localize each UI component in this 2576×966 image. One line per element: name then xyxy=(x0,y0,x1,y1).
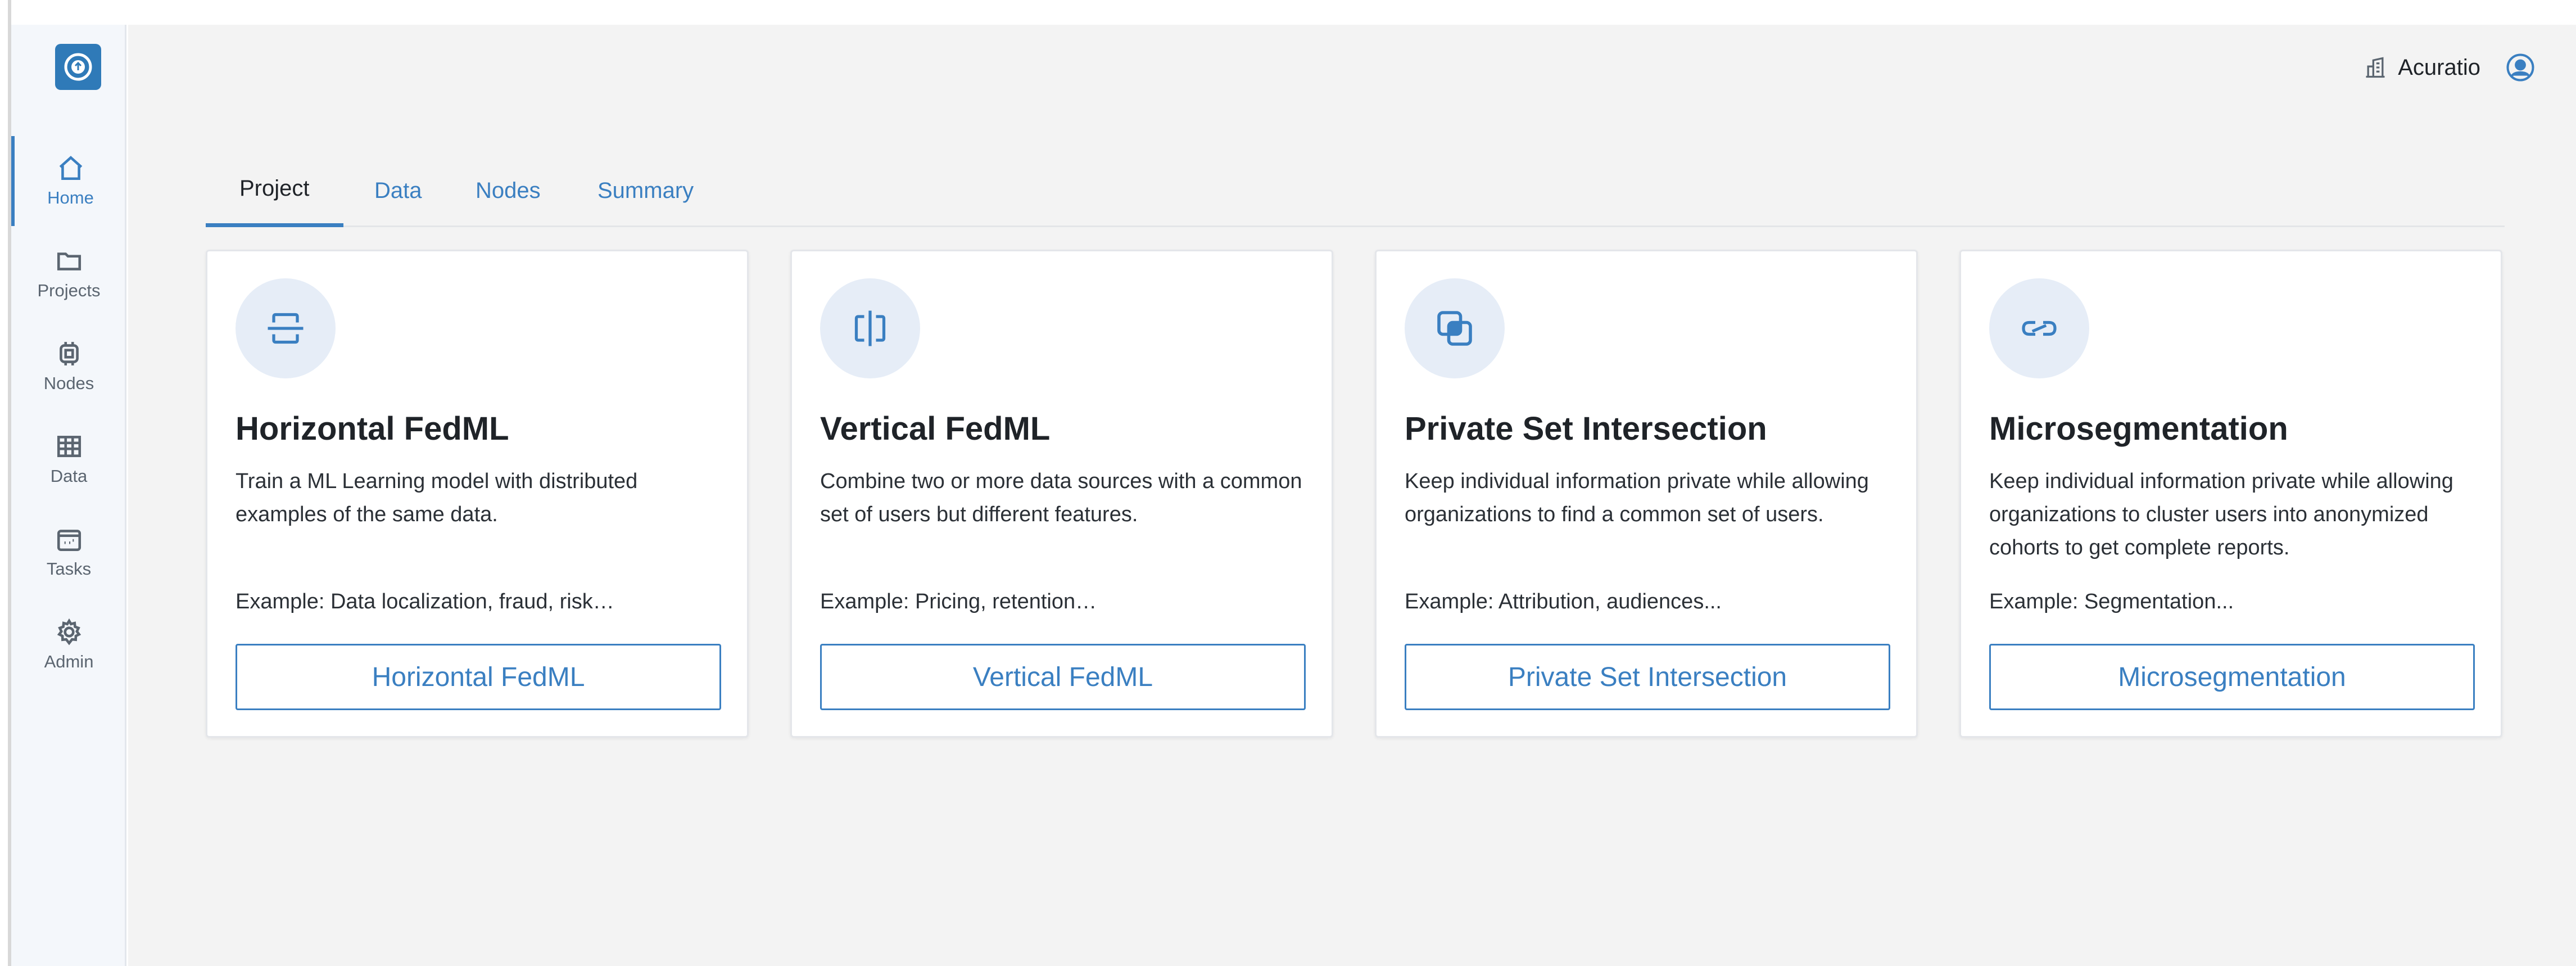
card-description: Keep individual information private whil… xyxy=(1989,470,2453,559)
project-type-card: Horizontal FedML Train a ML Learning mod… xyxy=(206,250,749,738)
card-example: Example: Data localization, fraud, risk… xyxy=(236,590,614,613)
tab-nodes[interactable]: Nodes xyxy=(442,154,574,227)
tab-data[interactable]: Data xyxy=(341,154,456,227)
logo-icon xyxy=(64,53,92,81)
vertical-fedml-button[interactable]: Vertical FedML xyxy=(820,644,1306,710)
private-set-intersection-button[interactable]: Private Set Intersection xyxy=(1405,644,1890,710)
card-description: Train a ML Learning model with distribut… xyxy=(236,470,638,526)
card-icon-badge xyxy=(1989,278,2089,378)
sidebar-item-home[interactable]: Home xyxy=(11,136,126,226)
building-icon xyxy=(2366,57,2385,78)
home-icon xyxy=(59,156,82,180)
sidebar-item-admin[interactable]: Admin xyxy=(11,600,126,690)
tab-summary[interactable]: Summary xyxy=(564,154,727,227)
card-description: Combine two or more data sources with a … xyxy=(820,470,1302,526)
card-icon-badge xyxy=(1405,278,1505,378)
sidebar-item-label: Projects xyxy=(37,281,101,300)
table-icon xyxy=(57,436,81,457)
card-title: Microsegmentation xyxy=(1989,410,2288,447)
card-example: Example: Segmentation... xyxy=(1989,590,2234,613)
sidebar-item-label: Home xyxy=(47,188,94,207)
card-example: Example: Attribution, audiences... xyxy=(1405,590,1722,613)
project-type-card: Microsegmentation Keep individual inform… xyxy=(1959,250,2502,738)
sidebar-item-label: Tasks xyxy=(46,559,92,579)
sidebar-item-label: Nodes xyxy=(43,373,94,393)
gear-icon xyxy=(57,618,81,645)
sidebar-item-data[interactable]: Data xyxy=(11,414,126,504)
chip-icon xyxy=(59,342,79,365)
sidebar-item-projects[interactable]: Projects xyxy=(11,229,126,319)
org-switcher[interactable]: Acuratio xyxy=(2363,51,2536,84)
tab-project[interactable]: Project xyxy=(206,154,343,227)
microsegmentation-button[interactable]: Microsegmentation xyxy=(1989,644,2475,710)
calendar-icon xyxy=(57,530,81,552)
sidebar-item-tasks[interactable]: Tasks xyxy=(11,507,126,597)
card-icon-badge xyxy=(820,278,920,378)
main-content: Acuratio Project Data Nodes Summary Hori… xyxy=(128,25,2576,966)
card-title: Private Set Intersection xyxy=(1405,410,1767,447)
card-title: Vertical FedML xyxy=(820,410,1051,447)
vertical-split-icon xyxy=(854,310,886,346)
link-icon xyxy=(2022,321,2057,336)
intersection-icon xyxy=(1437,311,1472,346)
sidebar: Home Projects Nodes Data Tasks Admin xyxy=(11,25,126,966)
app-logo[interactable] xyxy=(55,44,101,90)
project-type-card: Private Set Intersection Keep individual… xyxy=(1375,250,1918,738)
user-avatar-icon[interactable] xyxy=(2505,52,2536,83)
card-icon-badge xyxy=(236,278,336,378)
org-name: Acuratio xyxy=(2398,55,2480,80)
horizontal-split-icon xyxy=(268,313,304,344)
card-title: Horizontal FedML xyxy=(236,410,509,447)
card-example: Example: Pricing, retention… xyxy=(820,590,1097,613)
tab-bar: Project Data Nodes Summary xyxy=(206,154,2505,227)
window-edge xyxy=(0,0,11,966)
folder-icon xyxy=(57,252,81,270)
top-strip xyxy=(11,0,2576,25)
sidebar-item-label: Admin xyxy=(44,652,94,671)
card-description: Keep individual information private whil… xyxy=(1405,470,1869,526)
sidebar-item-nodes[interactable]: Nodes xyxy=(11,322,126,412)
sidebar-item-label: Data xyxy=(50,466,88,486)
horizontal-fedml-button[interactable]: Horizontal FedML xyxy=(236,644,721,710)
project-type-card: Vertical FedML Combine two or more data … xyxy=(790,250,1333,738)
